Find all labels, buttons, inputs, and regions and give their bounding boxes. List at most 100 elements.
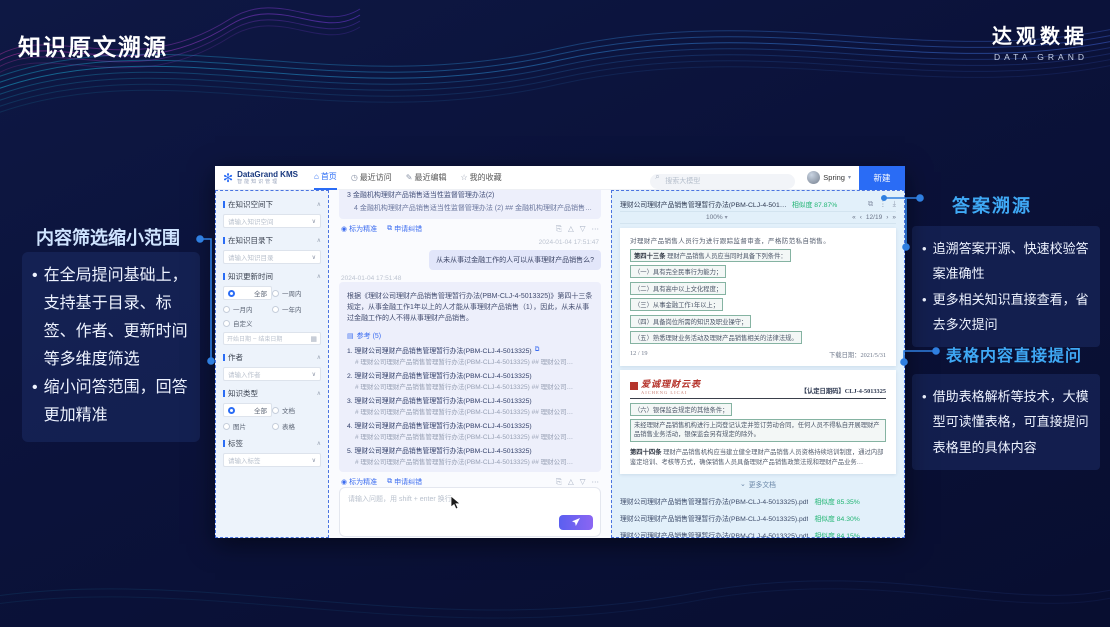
- nav-item-favorites[interactable]: ☆我的收藏: [461, 166, 502, 190]
- app-brand-name: DataGrand KMS: [237, 171, 298, 179]
- search-input[interactable]: [650, 174, 795, 189]
- section-header[interactable]: 标签∧: [223, 438, 321, 449]
- space-select[interactable]: 请输入知识空间∨: [223, 214, 321, 228]
- callout-table-panel: •借助表格解析等技术，大模型可读懂表格，可直接提问表格里的具体内容: [912, 374, 1100, 470]
- related-file-row[interactable]: 理财公司理财产品销售管理暂行办法(PBM-CLJ-4-5013325).pdf相…: [620, 496, 896, 506]
- search-box: ⌕: [650, 170, 795, 185]
- thumbs-down-icon[interactable]: ▽: [580, 224, 586, 234]
- more-icon[interactable]: ⋯: [592, 477, 600, 487]
- related-file-row[interactable]: 理财公司理财产品销售管理暂行办法(PBM-CLJ-4-5013325).pdf相…: [620, 513, 896, 523]
- star-icon: ☆: [461, 173, 468, 182]
- last-page-icon[interactable]: »: [892, 214, 896, 221]
- related-file-row[interactable]: 理财公司理财产品销售管理暂行办法(PBM-CLJ-4-5013325).pdf相…: [620, 530, 896, 538]
- chevron-up-icon: ∧: [317, 237, 321, 244]
- app-brand: DataGrand KMS 智能知识管理: [237, 171, 298, 185]
- send-button[interactable]: [559, 515, 593, 530]
- section-bar-icon: [223, 390, 225, 397]
- radio-icon: [228, 407, 235, 414]
- author-select[interactable]: 请输入作者∨: [223, 367, 321, 381]
- radio-type-table[interactable]: 表格: [272, 421, 321, 431]
- more-icon[interactable]: ⋮: [879, 199, 887, 209]
- tag-select[interactable]: 请输入标签∨: [223, 453, 321, 467]
- filter-section-author: 作者∧ 请输入作者∨: [223, 352, 321, 381]
- section-header[interactable]: 在知识空间下∧: [223, 199, 321, 210]
- mark-accurate-button[interactable]: ◉标为精准: [341, 477, 377, 487]
- radio-type-doc[interactable]: 文档: [272, 403, 321, 417]
- clock-icon: ◷: [351, 173, 358, 182]
- report-error-button[interactable]: ⧉申请纠错: [387, 224, 422, 234]
- section-bar-icon: [223, 440, 225, 447]
- prev-page-icon[interactable]: ‹: [860, 214, 862, 221]
- doc-page-2: 爱诚理财云表 AICHENG LICAI 【认定日期码】CLJ-4-501332…: [620, 370, 896, 474]
- list-item: •更多相关知识直接查看，省去多次提问: [922, 287, 1092, 338]
- bullet-icon: •: [32, 262, 38, 374]
- bullet-icon: •: [922, 287, 927, 338]
- section-header[interactable]: 知识更新时间∧: [223, 271, 321, 282]
- nav-item-recent-visit[interactable]: ◷最近访问: [351, 166, 392, 190]
- radio-custom[interactable]: 自定义: [223, 318, 272, 328]
- more-icon[interactable]: ⋯: [592, 224, 600, 234]
- radio-type-image[interactable]: 图片: [223, 421, 272, 431]
- radio-icon: [272, 290, 279, 297]
- radio-group-time: 全部 一周内 一月内 一年内 自定义: [223, 286, 321, 328]
- next-page-icon[interactable]: ›: [886, 214, 888, 221]
- badge-icon: ◉: [341, 478, 347, 486]
- radio-month[interactable]: 一月内: [223, 304, 272, 314]
- section-header[interactable]: 在知识目录下∧: [223, 235, 321, 246]
- slide: 知识原文溯源 达观数据 DATA GRAND 内容筛选缩小范围 •在全局提问基础…: [0, 0, 1110, 627]
- citation-line[interactable]: 4 金融机构理财产品销售适当性监督管理办法 (2) ## 金融机构理财产品销售适…: [347, 203, 593, 213]
- mark-accurate-button[interactable]: ◉标为精准: [341, 224, 377, 234]
- reference-item[interactable]: 2. 理财公司理财产品销售管理暂行办法(PBM-CLJ-4-5013325) #…: [347, 370, 593, 391]
- new-button[interactable]: 新建: [859, 166, 905, 190]
- chevron-down-icon: ▾: [725, 214, 728, 221]
- app-brand-sub: 智能知识管理: [237, 180, 298, 185]
- doc-filename[interactable]: 理财公司理财产品销售管理暂行办法(PBM-CLJ-4-5013325).pdf: [620, 199, 788, 209]
- list-item: •追溯答案开源、快速校验答案准确性: [922, 236, 1092, 287]
- nav-item-home[interactable]: ⌂首页: [314, 166, 337, 190]
- radio-year[interactable]: 一年内: [272, 304, 321, 314]
- nav-item-recent-edit[interactable]: ✎最近编辑: [406, 166, 447, 190]
- copy-icon[interactable]: ⎘: [556, 477, 562, 487]
- chat-input-placeholder: 请输入问题，用 shift + enter 换行: [340, 488, 600, 510]
- radio-icon: [223, 320, 230, 327]
- reference-item[interactable]: 5. 理财公司理财产品销售管理暂行办法(PBM-CLJ-4-5013325) #…: [347, 445, 593, 466]
- edit-icon: ✎: [406, 173, 413, 182]
- assistant-message: 3 金融机构理财产品销售适当性监督管理办法(2) 4 金融机构理财产品销售适当性…: [339, 190, 601, 219]
- open-window-icon[interactable]: ⧉: [868, 199, 873, 209]
- section-header[interactable]: 知识类型∧: [223, 388, 321, 399]
- section-header[interactable]: 作者∧: [223, 352, 321, 363]
- doc-paragraph: 第四十四条 理财产品销售机构应当建立健全理财产品销售人员资格持续培训制度，通过内…: [630, 448, 886, 468]
- user-message: 从未从事过金融工作的人可以从事理财产品销售么?: [429, 250, 601, 270]
- answer-actions: ◉标为精准 ⧉申请纠错 ⎘ △ ▽ ⋯: [341, 224, 599, 234]
- callout-filter-title: 内容筛选缩小范围: [36, 224, 180, 250]
- thumbs-up-icon[interactable]: △: [568, 477, 574, 487]
- bullet-icon: •: [32, 374, 38, 430]
- catalog-select[interactable]: 请输入知识目录∨: [223, 250, 321, 264]
- copy-icon[interactable]: ⎘: [556, 224, 562, 234]
- radio-group-type: 全部 文档 图片 表格: [223, 403, 321, 431]
- thumbs-up-icon[interactable]: △: [568, 224, 574, 234]
- user-menu[interactable]: Spring ▾: [807, 171, 851, 184]
- radio-type-all[interactable]: 全部: [223, 403, 272, 417]
- seal-icon: [630, 382, 638, 390]
- preview-icon[interactable]: ⧉: [535, 346, 540, 354]
- reference-item[interactable]: 3. 理财公司理财产品销售管理暂行办法(PBM-CLJ-4-5013325) #…: [347, 395, 593, 416]
- reference-item[interactable]: 4. 理财公司理财产品销售管理暂行办法(PBM-CLJ-4-5013325) #…: [347, 420, 593, 441]
- citation-line[interactable]: 3 金融机构理财产品销售适当性监督管理办法(2): [347, 190, 593, 200]
- reference-item[interactable]: 1. 理财公司理财产品销售管理暂行办法(PBM-CLJ-4-5013325)⧉ …: [347, 345, 593, 366]
- report-error-button[interactable]: ⧉申请纠错: [387, 477, 422, 487]
- chat-input[interactable]: 请输入问题，用 shift + enter 换行: [339, 487, 601, 537]
- more-docs-link[interactable]: ⌄更多文档: [620, 479, 896, 489]
- thumbs-down-icon[interactable]: ▽: [580, 477, 586, 487]
- first-page-icon[interactable]: «: [852, 214, 856, 221]
- radio-week[interactable]: 一周内: [272, 286, 321, 300]
- callout-trace-panel: •追溯答案开源、快速校验答案准确性 •更多相关知识直接查看，省去多次提问: [912, 226, 1100, 347]
- zoom-select[interactable]: 100%▾: [706, 214, 728, 221]
- download-icon[interactable]: ⤓: [893, 199, 896, 209]
- page-title: 知识原文溯源: [18, 28, 168, 62]
- answer-text: 根据《理财公司理财产品销售管理暂行办法(PBM-CLJ-4-5013325)》第…: [347, 292, 593, 325]
- radio-all-time[interactable]: 全部: [223, 286, 272, 300]
- date-range-input[interactable]: 开始日期–结束日期 ▦: [223, 332, 321, 345]
- logo-en: DATA GRAND: [992, 52, 1088, 62]
- filter-section-tag: 标签∧ 请输入标签∨: [223, 438, 321, 467]
